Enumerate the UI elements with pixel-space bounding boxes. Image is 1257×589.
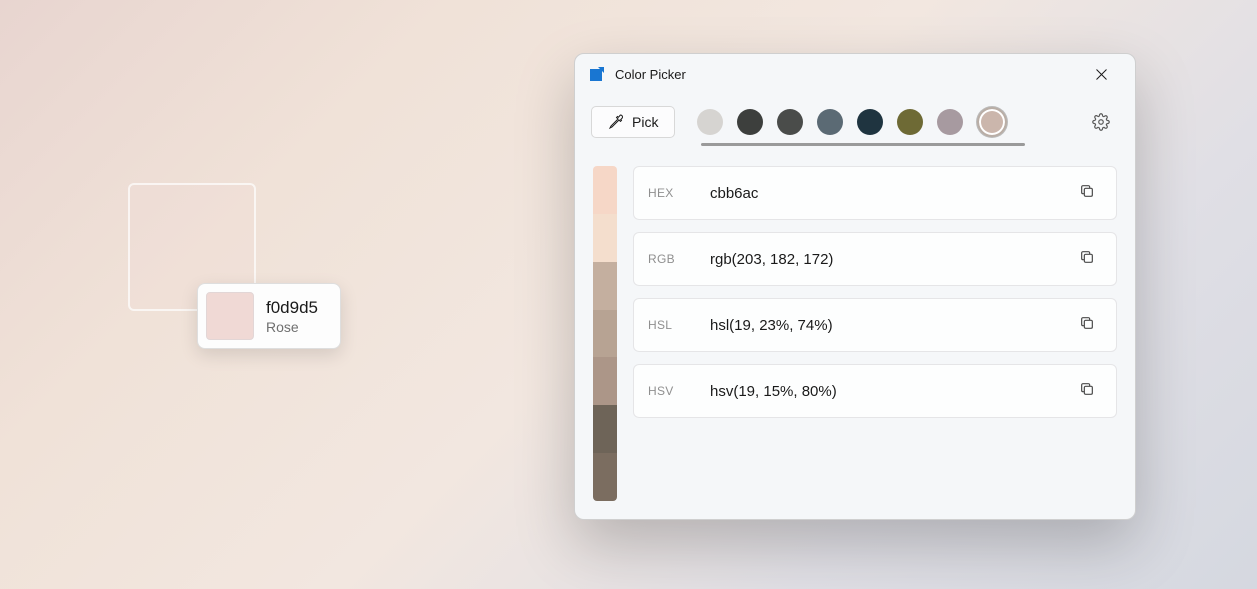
shade-cell-2[interactable] (593, 262, 617, 310)
format-value: rgb(203, 182, 172) (710, 251, 1056, 268)
history-swatches[interactable] (689, 107, 1069, 137)
format-row-hsv[interactable]: HSV hsv(19, 15%, 80%) (633, 364, 1117, 418)
format-value: hsv(19, 15%, 80%) (710, 383, 1056, 400)
pick-text: f0d9d5 Rose (266, 298, 332, 335)
shade-cell-3[interactable] (593, 310, 617, 358)
shade-strip[interactable] (593, 166, 617, 501)
shade-cell-4[interactable] (593, 357, 617, 405)
pick-button[interactable]: Pick (591, 106, 675, 138)
close-icon (1096, 69, 1107, 80)
window-title: Color Picker (615, 67, 1079, 82)
titlebar[interactable]: Color Picker (575, 54, 1135, 94)
history-swatch-6[interactable] (937, 109, 963, 135)
body-area: HEX cbb6ac RGB rgb(203, 182, 172) HSL hsl(19,… (575, 144, 1135, 519)
copy-icon (1079, 381, 1095, 402)
copy-icon (1079, 249, 1095, 270)
pick-tooltip: f0d9d5 Rose (197, 283, 341, 349)
formats-list: HEX cbb6ac RGB rgb(203, 182, 172) HSL hsl(19,… (633, 166, 1117, 501)
toolbar: Pick (575, 94, 1135, 144)
format-row-hex[interactable]: HEX cbb6ac (633, 166, 1117, 220)
copy-icon (1079, 183, 1095, 204)
settings-button[interactable] (1083, 104, 1119, 140)
shade-cell-5[interactable] (593, 405, 617, 453)
format-label: HSV (648, 384, 694, 398)
close-button[interactable] (1079, 59, 1123, 89)
copy-button-hex[interactable] (1072, 178, 1102, 208)
shade-cell-1[interactable] (593, 214, 617, 262)
history-swatch-3[interactable] (817, 109, 843, 135)
history-swatch-2[interactable] (777, 109, 803, 135)
pick-swatch (206, 292, 254, 340)
copy-button-hsv[interactable] (1072, 376, 1102, 406)
copy-icon (1079, 315, 1095, 336)
color-picker-window: Color Picker Pick HEX cbb6ac RGB rgb(203, 1… (574, 53, 1136, 520)
format-value: hsl(19, 23%, 74%) (710, 317, 1056, 334)
history-swatch-7[interactable] (977, 107, 1007, 137)
history-swatch-5[interactable] (897, 109, 923, 135)
history-swatch-0[interactable] (697, 109, 723, 135)
pick-color-name: Rose (266, 319, 318, 335)
format-label: RGB (648, 252, 694, 266)
copy-button-hsl[interactable] (1072, 310, 1102, 340)
shade-cell-0[interactable] (593, 166, 617, 214)
history-swatch-4[interactable] (857, 109, 883, 135)
format-value: cbb6ac (710, 185, 1056, 202)
format-label: HSL (648, 318, 694, 332)
pick-hex-label: f0d9d5 (266, 298, 318, 318)
format-label: HEX (648, 186, 694, 200)
eyedropper-icon (608, 114, 624, 130)
copy-button-rgb[interactable] (1072, 244, 1102, 274)
format-row-hsl[interactable]: HSL hsl(19, 23%, 74%) (633, 298, 1117, 352)
history-swatch-1[interactable] (737, 109, 763, 135)
format-row-rgb[interactable]: RGB rgb(203, 182, 172) (633, 232, 1117, 286)
pick-button-label: Pick (632, 114, 658, 130)
shade-cell-6[interactable] (593, 453, 617, 501)
app-icon (589, 66, 605, 82)
gear-icon (1092, 113, 1110, 131)
